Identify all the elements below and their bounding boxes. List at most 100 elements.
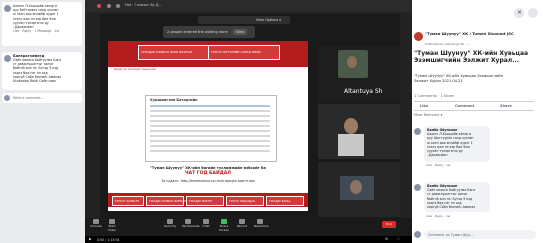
comment-card: Ажилл Л.Хошцэйв хэнэр ө оуу биҮтүрэнх са… [2, 2, 82, 46]
player-time: 0:00 / 1:13:54 [97, 237, 120, 242]
post-title: "Туман Шуунуу" ХК-ийн Хувьцаа Эзэмшигчий… [414, 50, 529, 64]
share-screen-button[interactable]: Share Screen [218, 219, 230, 232]
slide-footer-button-label: ТУРГАН ХУДАЛДАН [229, 199, 255, 203]
write-comment-box[interactable]: Write a comment... [2, 93, 82, 103]
zoom-toolbar [85, 218, 412, 236]
slide-note-strip: Шмагчи талаарх мэдээлэл [108, 67, 308, 72]
comment-actions[interactable]: Like · Reply · 1w [426, 163, 450, 167]
avatar[interactable] [414, 184, 421, 191]
reactions-label: Reactions [254, 224, 269, 228]
table-row [150, 130, 270, 132]
participant-name: Altantuya Sh [344, 88, 383, 95]
chat-label: Chat [202, 224, 210, 228]
avatar[interactable] [4, 5, 11, 12]
participant-body [338, 134, 364, 156]
comment-body: Банзрагчимэгд Сайн оооосо Байгуулах Бага… [13, 54, 81, 83]
participant-tile[interactable] [318, 162, 400, 217]
table-row [150, 135, 270, 137]
slide-footer-button: ТУРАДАР ХИЛТЭГ [186, 196, 224, 206]
participant-face [344, 118, 358, 134]
waiting-room-notification: 2 people entered the waiting room View [163, 26, 255, 38]
comment-card: Бямба Ойунхаан Ажилл Л.Хошцэйв хэнэр ө о… [424, 126, 490, 162]
settings-icon[interactable]: ⚙ [385, 237, 388, 241]
slide-header-box: ТУРАДАР ХОЛБОО ЖИЛ ЖУРНАЛ [138, 45, 210, 60]
end-meeting-button[interactable]: End [382, 221, 396, 228]
comment-body: Бямба Ойунхаан Ажилл Л.Хошцэйв хэнэр ө о… [424, 126, 490, 159]
slide-table-title: Хуршимглэв Батаргийн [150, 98, 198, 102]
player-controls: ▶ 0:00 / 1:13:54 ⚙ ⛶ [85, 236, 412, 243]
comment-button[interactable]: Comment [455, 104, 474, 108]
post-description-line: Ээлжит Хурал 2021.04.21 [414, 79, 463, 83]
chat-button[interactable]: Chat [200, 219, 212, 228]
reactions-button[interactable]: Reactions [254, 219, 269, 228]
comment-card: Бямба Ойунхаан Сайн оооосо Байгуулах Баг… [424, 182, 490, 212]
slide-footer-button-label: ТУРГАН ХОЛБОЛТ [115, 199, 139, 203]
comment-body: Бямба Ойунхаан Сайн оооосо Байгуулах Баг… [424, 182, 490, 211]
comment-line: Ulzibaatar Boldi Сайн ноос [13, 79, 57, 84]
table-header-row [150, 105, 270, 107]
start-video-button[interactable]: Start Video [106, 219, 118, 232]
participants-button[interactable]: Participants [182, 219, 200, 228]
security-label: Security [164, 224, 177, 228]
slide-footer-button: ТУРАДАР ХОЛБОО ЖУРНАЛ [146, 196, 186, 206]
participants-label: Participants [182, 224, 200, 228]
slide-footer-button-label: ТУРАДАР ХИЛТЭГ [189, 199, 213, 203]
page-avatar[interactable] [414, 32, 423, 41]
page-name[interactable]: "Туман Шуунуу" ХК / Tumen Shuvuut JSC [425, 31, 533, 36]
browser-tab-label[interactable]: Hot · Галиэкс бу Д... [125, 3, 162, 7]
share-button[interactable]: Share [500, 104, 512, 108]
avatar[interactable] [414, 128, 421, 135]
slide-footer-button: ТУРАДАР БАРАА [266, 196, 304, 206]
slide-note: Шмагчи талаарх мэдээлэл [114, 67, 157, 71]
notifications-icon[interactable] [528, 8, 538, 18]
slide-footer-button-label: ТУРАДАР БАРАА [269, 199, 291, 203]
view-button[interactable]: View [233, 29, 248, 35]
comment-actions[interactable]: Like · Reply · 1 Message · 1w [13, 29, 81, 33]
slide-header-box-label: ТУРГАН ИТГЭЛИЙН ШУУД ЭФИР [211, 50, 261, 54]
record-label: Record [236, 224, 248, 228]
browser-tab-icon[interactable] [97, 4, 101, 8]
unmute-button[interactable]: Unmute [90, 219, 102, 228]
share-screen-label: Share Screen [218, 224, 230, 232]
table-row [150, 125, 270, 127]
divider [414, 110, 534, 111]
browser-tab-icon[interactable] [107, 4, 111, 8]
avatar [4, 95, 10, 101]
comment-body: Ажилл Л.Хошцэйв хэнэр ө оуу биҮтүрэнх са… [13, 4, 81, 33]
security-button[interactable]: Security [164, 219, 176, 228]
slide-caption-highlight: ЧАТ ГОД БАЙДАЛ [185, 171, 231, 176]
participant-tile[interactable]: Altantuya Sh [318, 46, 400, 101]
fullscreen-icon[interactable]: ⛶ [397, 237, 399, 241]
waiting-room-text: 2 people entered the waiting room [167, 30, 228, 34]
slide-header-box: ТУРГАН ИТГЭЛИЙН ШУУД ЭФИР [208, 45, 280, 60]
table-row [150, 145, 270, 147]
write-comment-placeholder: Comment as Туман Шуу... [428, 232, 474, 237]
avatar [414, 231, 421, 238]
write-comment-input[interactable]: Comment as Туман Шуу... [424, 230, 536, 239]
post-description-line: "Туман Шуунуу" ХК-ийн Хувьцаа Эзэмшигчий… [414, 74, 503, 78]
slide-footer-button: ТУРГАН ХУДАЛДАН [226, 196, 264, 206]
view-options-bar[interactable]: View Options ▾ [198, 16, 290, 24]
participant-face [347, 56, 357, 68]
divider [414, 101, 534, 102]
record-button[interactable]: Record [236, 219, 248, 228]
browser-tab-bar: Hot · Галиэкс бу Д... [85, 0, 412, 12]
avatar[interactable] [4, 55, 11, 62]
most-relevant-dropdown[interactable]: Most Relevant ▾ [414, 113, 442, 117]
participant-tile[interactable] [318, 104, 400, 159]
close-icon[interactable]: × [514, 8, 524, 18]
browser-tab-icon[interactable] [116, 4, 120, 8]
slide-header-box-label: ТУРАДАР ХОЛБОО ЖИЛ ЖУРНАЛ [141, 50, 193, 54]
table-row [150, 110, 270, 112]
table-row [150, 120, 270, 122]
view-options-label[interactable]: View Options ▾ [256, 18, 281, 22]
comment-actions[interactable]: Like · Reply · 1w [426, 214, 450, 218]
like-button[interactable]: Like [420, 104, 428, 108]
play-icon[interactable]: ▶ [89, 237, 92, 241]
start-video-label: Start Video [107, 224, 117, 232]
write-comment-placeholder[interactable]: Write a comment... [13, 96, 44, 100]
table-row [150, 115, 270, 117]
slide-caption-line: "Туман Шуунуу" ХК-ийн багийн тусламжийн … [150, 166, 266, 170]
table-row [150, 140, 270, 142]
post-stats[interactable]: 1 Comments · 1 Share [414, 94, 454, 98]
